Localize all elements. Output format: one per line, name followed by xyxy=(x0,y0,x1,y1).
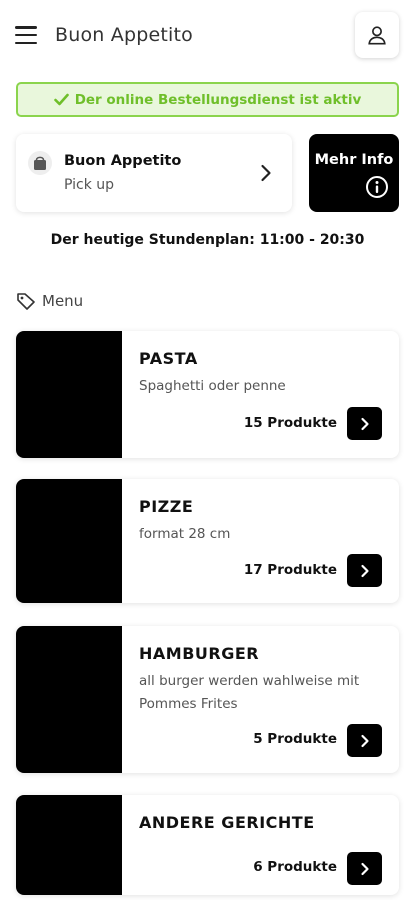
category-image xyxy=(16,795,122,895)
menu-heading-label: Menu xyxy=(42,292,84,310)
chevron-right-icon xyxy=(360,734,369,747)
category-description: Spaghetti oder penne xyxy=(139,378,286,394)
category-description: format 28 cm xyxy=(139,526,231,542)
category-open-button[interactable] xyxy=(347,724,382,757)
category-product-count: 15 Produkte xyxy=(243,415,337,431)
chevron-right-icon xyxy=(360,417,369,430)
ordering-status-banner: Der online Bestellungsdienst ist aktiv xyxy=(16,82,399,117)
category-open-button[interactable] xyxy=(347,852,382,885)
user-icon xyxy=(368,26,386,45)
chevron-right-icon xyxy=(360,564,369,577)
more-info-button[interactable]: Mehr Info xyxy=(309,134,399,212)
store-selector-card[interactable]: Buon Appetito Pick up xyxy=(16,134,292,212)
opening-hours-text: Der heutige Stundenplan: 11:00 - 20:30 xyxy=(50,232,365,248)
category-title: ANDERE GERICHTE xyxy=(139,813,315,832)
category-product-count: 5 Produkte xyxy=(253,731,337,747)
app-header: Buon Appetito xyxy=(0,0,415,75)
more-info-label: Mehr Info xyxy=(314,152,394,168)
store-order-mode: Pick up xyxy=(64,177,115,193)
chevron-right-icon xyxy=(261,164,271,182)
category-open-button[interactable] xyxy=(347,407,382,440)
store-name: Buon Appetito xyxy=(64,153,182,169)
category-image xyxy=(16,331,122,458)
user-account-button[interactable] xyxy=(355,12,399,58)
tag-icon xyxy=(17,293,35,310)
chevron-right-icon xyxy=(360,862,369,875)
category-open-button[interactable] xyxy=(347,554,382,587)
category-product-count: 6 Produkte xyxy=(253,859,337,875)
ordering-status-text: Der online Bestellungsdienst ist aktiv xyxy=(74,91,362,108)
category-image xyxy=(16,626,122,773)
category-card-andere-gerichte[interactable]: ANDERE GERICHTE 6 Produkte xyxy=(16,795,399,895)
category-title: HAMBURGER xyxy=(139,644,260,663)
category-image xyxy=(16,479,122,603)
category-card-hamburger[interactable]: HAMBURGER all burger werden wahlweise mi… xyxy=(16,626,399,773)
menu-heading: Menu xyxy=(16,292,83,310)
category-card-pasta[interactable]: PASTA Spaghetti oder penne 15 Produkte xyxy=(16,331,399,458)
hamburger-menu-icon[interactable] xyxy=(15,26,37,44)
category-title: PASTA xyxy=(139,349,198,368)
app-title: Buon Appetito xyxy=(55,24,193,46)
category-card-pizze[interactable]: PIZZE format 28 cm 17 Produkte xyxy=(16,479,399,603)
category-description: all burger werden wahlweise mit Pommes F… xyxy=(139,673,360,712)
checkmark-icon xyxy=(53,93,69,106)
info-icon xyxy=(366,176,388,198)
category-product-count: 17 Produkte xyxy=(243,562,337,578)
shopping-bag-icon xyxy=(28,151,52,175)
category-title: PIZZE xyxy=(139,497,194,516)
